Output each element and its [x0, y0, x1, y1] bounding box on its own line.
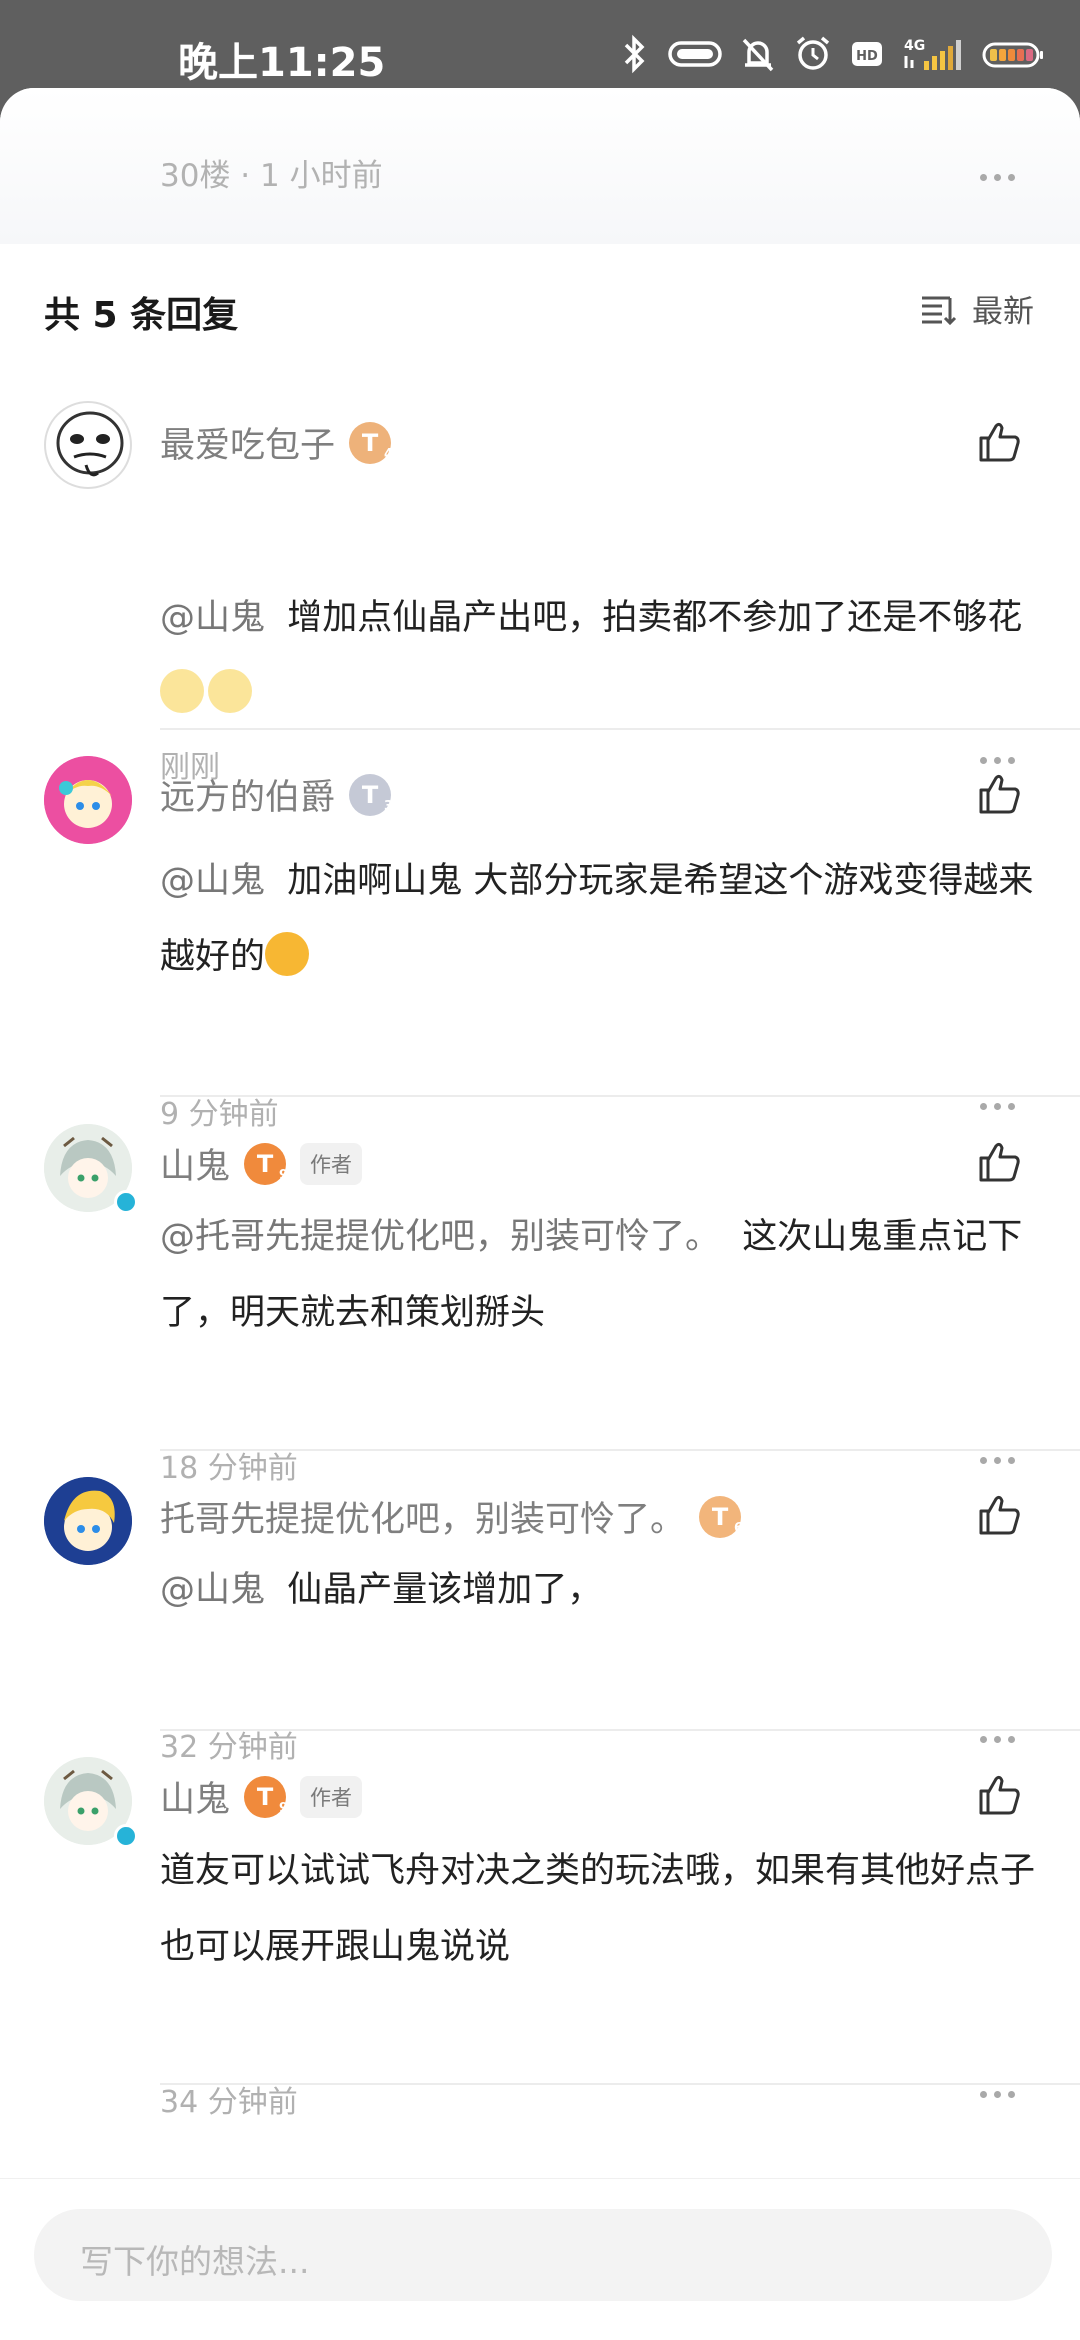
moon-face-emoji	[208, 669, 252, 713]
comment-content: @托哥先提提优化吧，别装可怜了。 这次山鬼重点记下了，明天就去和策划掰头	[160, 1199, 1040, 1351]
level-badge: T9	[244, 1142, 288, 1185]
level-badge: T9	[244, 1775, 288, 1818]
more-options-icon[interactable]	[980, 1457, 1015, 1464]
divider	[160, 1095, 1080, 1097]
divider	[160, 1449, 1080, 1451]
vpn-icon	[668, 34, 722, 74]
reply-count-title: 共 5 条回复	[44, 295, 239, 336]
comment-content: @山鬼 仙晶产量该增加了，	[160, 1552, 1040, 1628]
signal-icon: 4G	[902, 34, 964, 74]
mention[interactable]: @托哥先提提优化吧，别装可怜了。	[160, 1217, 720, 1257]
alarm-icon	[794, 34, 832, 74]
comment-header: 托哥先提提优化吧，别装可怜了。 T6	[160, 1491, 743, 1542]
author-tag: 作者	[300, 1142, 363, 1185]
mute-bell-icon	[740, 34, 776, 74]
user-name[interactable]: 远方的伯爵	[160, 769, 335, 820]
sort-button[interactable]: 最新	[918, 286, 1034, 331]
status-bar: 晚上11:25 HD 4G	[0, 0, 1080, 100]
like-icon[interactable]	[976, 1771, 1022, 1817]
mention[interactable]: @山鬼	[160, 598, 265, 638]
comment-content: 道友可以试试飞舟对决之类的玩法哦，如果有其他好点子也可以展开跟山鬼说说	[160, 1833, 1040, 1985]
svg-text:4G: 4G	[904, 38, 925, 54]
avatar[interactable]	[44, 756, 132, 844]
comment-input-bar: 写下你的想法...	[0, 2178, 1080, 2340]
comment-text: 仙晶产量该增加了，	[287, 1570, 603, 1610]
mention[interactable]: @山鬼	[160, 861, 265, 901]
divider	[160, 728, 1080, 730]
comment-text: 道友可以试试飞舟对决之类的玩法哦，如果有其他好点子也可以展开跟山鬼说说	[160, 1851, 1036, 1967]
floor-meta: 30楼 · 1 小时前	[160, 158, 383, 194]
moon-face-emoji	[160, 669, 204, 713]
comment-header: 山鬼 T9 作者	[160, 1138, 363, 1189]
mention[interactable]: @山鬼	[160, 1570, 265, 1610]
comment-text: 增加点仙晶产出吧，拍卖都不参加了还是不够花	[287, 598, 1023, 638]
verified-badge-icon	[114, 1824, 138, 1848]
user-name[interactable]: 最爱吃包子	[160, 417, 335, 468]
avatar[interactable]	[44, 1477, 132, 1565]
level-badge: T3	[349, 773, 393, 816]
sort-label: 最新	[972, 294, 1034, 330]
sort-icon	[922, 296, 957, 325]
like-icon[interactable]	[976, 1138, 1022, 1184]
floor-header: 30楼 · 1 小时前	[0, 88, 1080, 244]
user-name[interactable]: 山鬼	[160, 1138, 230, 1189]
status-icons: HD 4G	[620, 34, 1044, 74]
author-tag: 作者	[300, 1775, 363, 1818]
like-icon[interactable]	[976, 418, 1022, 464]
like-icon[interactable]	[976, 1491, 1022, 1537]
divider	[160, 2083, 1080, 2085]
comment-input[interactable]: 写下你的想法...	[34, 2209, 1052, 2301]
user-name[interactable]: 托哥先提提优化吧，别装可怜了。	[160, 1491, 685, 1542]
comment-header: 山鬼 T9 作者	[160, 1771, 363, 1822]
comment-header: 最爱吃包子 T4	[160, 417, 393, 468]
verified-badge-icon	[114, 1190, 138, 1214]
comment-content: @山鬼 增加点仙晶产出吧，拍卖都不参加了还是不够花	[160, 580, 1040, 732]
more-options-icon[interactable]	[980, 1736, 1015, 1743]
input-placeholder: 写下你的想法...	[80, 2242, 310, 2281]
svg-text:HD: HD	[856, 49, 878, 64]
like-icon[interactable]	[976, 770, 1022, 816]
more-options-icon[interactable]	[980, 1103, 1015, 1110]
bluetooth-icon	[620, 34, 650, 74]
avatar[interactable]	[44, 401, 132, 489]
divider	[160, 1729, 1080, 1731]
level-badge: T4	[349, 421, 393, 464]
more-options-icon[interactable]	[980, 757, 1015, 764]
hd-icon: HD	[850, 34, 884, 74]
comment-header: 远方的伯爵 T3	[160, 769, 393, 820]
comment-content: @山鬼 加油啊山鬼 大部分玩家是希望这个游戏变得越来越好的	[160, 843, 1040, 995]
user-name[interactable]: 山鬼	[160, 1771, 230, 1822]
smiling-face-emoji	[265, 932, 310, 976]
more-options-icon[interactable]	[980, 2091, 1015, 2098]
level-badge: T6	[699, 1495, 743, 1538]
more-options-icon[interactable]	[980, 174, 1015, 181]
status-time: 晚上11:25	[178, 40, 386, 86]
battery-icon	[982, 34, 1044, 74]
replies-sheet: 30楼 · 1 小时前 共 5 条回复 最新 最爱吃包子 T4 @山鬼 增加点仙…	[0, 88, 1080, 2340]
